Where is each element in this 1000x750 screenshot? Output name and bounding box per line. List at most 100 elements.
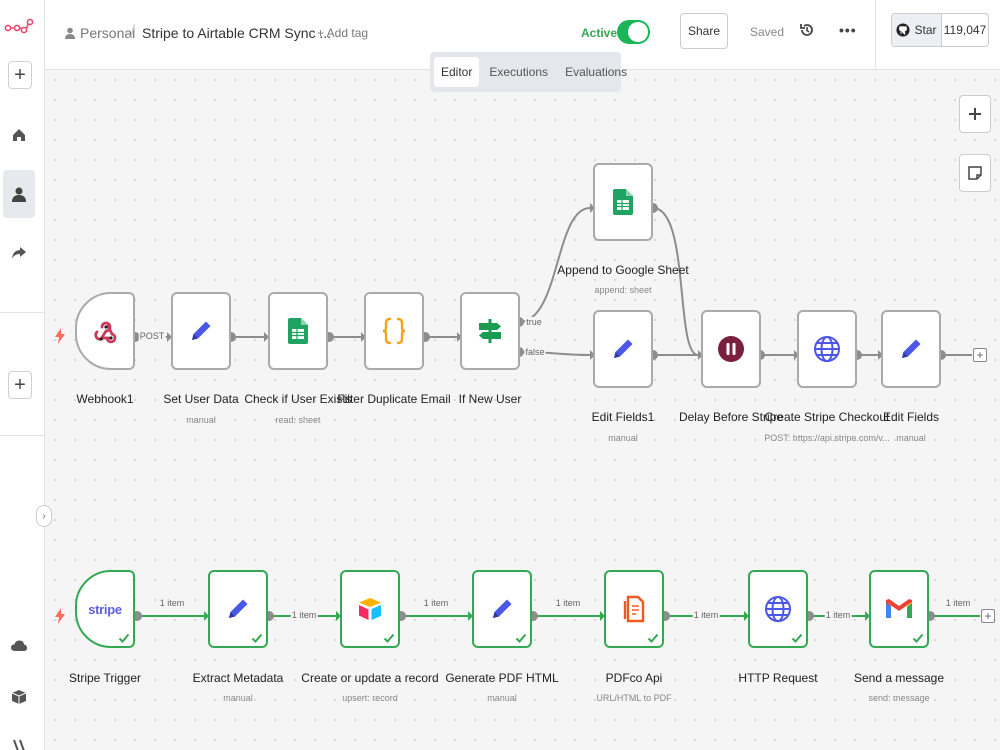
history-icon[interactable]: [799, 22, 815, 38]
node-generate-pdf-html-subtitle: manual: [487, 693, 517, 703]
node-pdfco-api[interactable]: [604, 570, 664, 648]
node-check-if-user-exists-label: Check if User Exists: [244, 392, 352, 406]
node-http-request[interactable]: [748, 570, 808, 648]
branch-sign-icon: [479, 319, 501, 343]
pencil-icon: [192, 321, 211, 340]
node-edit-fields-label: Edit Fields: [882, 410, 940, 424]
node-http-request-label: HTTP Request: [738, 671, 818, 685]
edge-label-items: 1 item: [824, 610, 852, 620]
share-button[interactable]: Share: [680, 13, 728, 49]
active-label: Active: [581, 26, 618, 40]
success-check-icon: [791, 633, 803, 643]
user-icon: [65, 27, 75, 39]
google-sheets-icon: [288, 318, 308, 344]
sidebar-divider: [0, 435, 45, 436]
shared-share-icon[interactable]: [4, 238, 34, 268]
tab-evaluations[interactable]: Evaluations: [558, 57, 634, 87]
add-node-button[interactable]: [959, 95, 991, 133]
node-generate-pdf-html[interactable]: [472, 570, 532, 648]
node-edit-fields[interactable]: [881, 310, 941, 388]
webhook-icon: [94, 321, 117, 344]
n8n-logo-icon[interactable]: [4, 16, 34, 36]
add-next-node-button[interactable]: +: [973, 348, 987, 362]
node-append-to-google-sheet[interactable]: [593, 163, 653, 241]
success-check-icon: [515, 633, 527, 643]
node-edit-fields1[interactable]: [593, 310, 653, 388]
sticky-note-icon: [968, 166, 982, 180]
edge-label-false: false: [524, 347, 546, 357]
node-extract-metadata[interactable]: [208, 570, 268, 648]
node-filter-duplicate-email-label: Filter Duplicate Email: [337, 392, 451, 406]
node-append-to-google-sheet-label: Append to Google Sheet: [557, 263, 689, 277]
node-edit-fields1-subtitle: manual: [608, 433, 638, 443]
node-send-a-message[interactable]: [869, 570, 929, 648]
personal-user-icon[interactable]: [3, 170, 35, 218]
pdfco-icon: [623, 595, 645, 623]
pencil-icon: [614, 339, 633, 358]
templates-box-icon[interactable]: [4, 682, 34, 712]
add-next-node-button[interactable]: +: [981, 609, 995, 623]
plus-icon: [969, 108, 981, 120]
home-icon[interactable]: [4, 120, 34, 150]
node-set-user-data-label: Set User Data: [163, 392, 239, 406]
pencil-icon: [229, 599, 248, 618]
tab-executions[interactable]: Executions: [482, 57, 555, 87]
edge-label-items: 1 item: [554, 598, 582, 608]
add-project-button[interactable]: +: [8, 371, 32, 399]
cloud-icon[interactable]: [4, 631, 34, 661]
workflow-title[interactable]: Stripe to Airtable CRM Sync ...: [142, 25, 331, 41]
node-if-new-user[interactable]: [460, 292, 520, 370]
edge-label-items: 1 item: [692, 610, 720, 620]
globe-icon: [765, 596, 791, 622]
pencil-icon: [493, 599, 512, 618]
node-append-to-google-sheet-subtitle: append: sheet: [594, 285, 652, 295]
more-options-icon[interactable]: •••: [839, 22, 857, 38]
success-check-icon: [118, 633, 130, 643]
node-extract-metadata-subtitle: manual: [223, 693, 253, 703]
toggle-knob: [628, 22, 648, 42]
github-star-label: Star: [914, 23, 937, 37]
saved-status: Saved: [750, 25, 785, 39]
more-tools-icon[interactable]: [4, 730, 34, 750]
node-send-a-message-label: Send a message: [853, 671, 945, 685]
add-sticky-note-button[interactable]: [959, 154, 991, 192]
node-send-a-message-subtitle: send: message: [868, 693, 930, 703]
node-if-new-user-label: If New User: [458, 392, 522, 406]
gmail-icon: [886, 599, 912, 618]
node-create-or-update-record-label: Create or update a record: [301, 671, 439, 685]
breadcrumb-personal[interactable]: Personal: [65, 25, 135, 41]
node-create-or-update-record[interactable]: [340, 570, 400, 648]
node-create-stripe-checkout-subtitle: POST: https://api.stripe.com/v...: [764, 433, 890, 443]
breadcrumb-separator: /: [130, 22, 136, 42]
node-pdfco-api-label: PDFco Api: [605, 671, 663, 685]
collapse-sidebar-chevron-icon[interactable]: ›: [36, 505, 52, 527]
node-check-if-user-exists[interactable]: [268, 292, 328, 370]
active-toggle[interactable]: [617, 20, 650, 44]
node-edit-fields-subtitle: manual: [896, 433, 926, 443]
pause-icon: [718, 336, 744, 362]
add-tag-button[interactable]: + Add tag: [317, 26, 368, 40]
node-create-or-update-record-subtitle: upsert: record: [342, 693, 398, 703]
success-check-icon: [383, 633, 395, 643]
node-stripe-trigger[interactable]: stripe: [75, 570, 135, 648]
pencil-icon: [902, 339, 921, 358]
node-create-stripe-checkout-label: Create Stripe Checkout: [764, 410, 890, 424]
node-pdfco-api-subtitle: URL/HTML to PDF: [596, 693, 672, 703]
trigger-bolt-icon: [55, 328, 65, 344]
node-webhook1[interactable]: [75, 292, 135, 370]
google-sheets-icon: [613, 189, 633, 215]
success-check-icon: [912, 633, 924, 643]
github-star-count: 119,047: [943, 23, 987, 37]
edge-label-items: 1 item: [158, 598, 186, 608]
sidebar-divider: [0, 312, 45, 313]
node-edit-fields1-label: Edit Fields1: [591, 410, 655, 424]
success-check-icon: [251, 633, 263, 643]
node-generate-pdf-html-label: Generate PDF HTML: [445, 671, 559, 685]
node-set-user-data[interactable]: [171, 292, 231, 370]
node-create-stripe-checkout[interactable]: [797, 310, 857, 388]
node-filter-duplicate-email[interactable]: [364, 292, 424, 370]
github-star-button[interactable]: Star 119,047: [891, 13, 989, 47]
tab-editor[interactable]: Editor: [434, 57, 480, 87]
create-workflow-button[interactable]: +: [8, 61, 32, 89]
node-delay-before-stripe[interactable]: [701, 310, 761, 388]
